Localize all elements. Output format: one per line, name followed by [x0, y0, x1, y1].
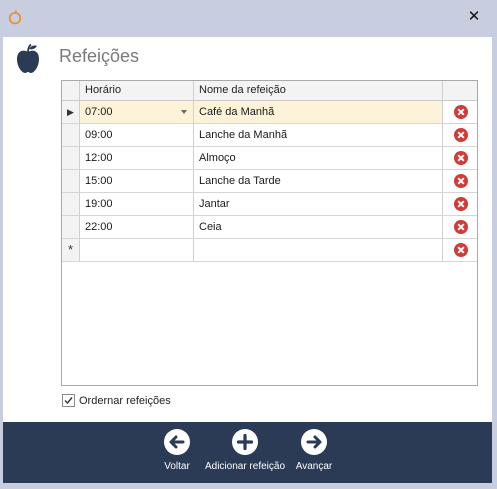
- footer-toolbar: Voltar Adicionar refeição Avançar: [3, 422, 492, 483]
- new-meal-name-cell[interactable]: [194, 239, 443, 261]
- app-logo-icon: [8, 10, 22, 25]
- table-row[interactable]: 09:00 Lanche da Manhã: [62, 124, 477, 147]
- back-button-label: Voltar: [164, 461, 190, 472]
- delete-row-icon[interactable]: [453, 219, 469, 235]
- delete-cell: [443, 147, 477, 169]
- checkbox-box[interactable]: [62, 394, 75, 407]
- new-row[interactable]: *: [62, 239, 477, 262]
- delete-row-icon[interactable]: [453, 104, 469, 120]
- grid-header: Horário Nome da refeição: [62, 81, 477, 101]
- delete-cell: [443, 193, 477, 215]
- time-cell[interactable]: 22:00: [80, 216, 194, 238]
- meal-name-cell[interactable]: Lanche da Tarde: [194, 170, 443, 192]
- next-button[interactable]: Avançar: [294, 428, 334, 472]
- arrow-left-icon: [164, 429, 190, 455]
- checkmark-icon: [64, 397, 73, 405]
- delete-row-icon[interactable]: [453, 127, 469, 143]
- meals-grid[interactable]: Horário Nome da refeição ▶ 07:00 Café da…: [61, 80, 478, 386]
- table-row[interactable]: 12:00 Almoço: [62, 147, 477, 170]
- row-indicator: [62, 216, 80, 238]
- header-indicator-cell: [62, 81, 80, 101]
- page-title: Refeições: [59, 46, 140, 66]
- title-bar[interactable]: ✕: [0, 0, 497, 34]
- table-row[interactable]: ▶ 07:00 Café da Manhã: [62, 101, 477, 124]
- row-indicator: [62, 193, 80, 215]
- add-meal-button-label: Adicionar refeição: [204, 461, 286, 472]
- table-row[interactable]: 19:00 Jantar: [62, 193, 477, 216]
- client-area: Refeições Horário Nome da refeição ▶ 07:…: [3, 37, 492, 483]
- row-indicator: [62, 170, 80, 192]
- new-row-indicator: *: [62, 239, 80, 261]
- row-indicator: [62, 147, 80, 169]
- meals-window: ✕ Refeições Horário Nome da refeição ▶ 0…: [0, 0, 497, 489]
- order-meals-checkbox[interactable]: Ordernar refeições: [62, 394, 171, 407]
- current-row-indicator: ▶: [62, 101, 80, 123]
- time-cell[interactable]: 12:00: [80, 147, 194, 169]
- time-cell[interactable]: 19:00: [80, 193, 194, 215]
- delete-cell: [443, 101, 477, 123]
- apple-icon: [17, 43, 39, 73]
- plus-icon: [232, 429, 258, 455]
- next-button-label: Avançar: [295, 461, 333, 472]
- row-indicator: [62, 124, 80, 146]
- delete-row-icon[interactable]: [453, 150, 469, 166]
- delete-cell: [443, 124, 477, 146]
- meal-name-cell[interactable]: Lanche da Manhã: [194, 124, 443, 146]
- close-button[interactable]: ✕: [465, 8, 483, 26]
- column-header-name[interactable]: Nome da refeição: [194, 81, 443, 101]
- delete-cell: [443, 239, 477, 261]
- delete-cell: [443, 216, 477, 238]
- time-value: 07:00: [85, 106, 113, 118]
- delete-row-icon[interactable]: [453, 196, 469, 212]
- back-button[interactable]: Voltar: [159, 428, 195, 472]
- dropdown-arrow-icon[interactable]: [181, 110, 187, 114]
- column-header-time[interactable]: Horário: [80, 81, 194, 101]
- meal-name-cell[interactable]: Almoço: [194, 147, 443, 169]
- time-cell[interactable]: 15:00: [80, 170, 194, 192]
- meal-name-cell[interactable]: Café da Manhã: [194, 101, 443, 123]
- table-row[interactable]: 22:00 Ceia: [62, 216, 477, 239]
- meal-name-cell[interactable]: Ceia: [194, 216, 443, 238]
- arrow-right-icon: [301, 429, 327, 455]
- new-time-cell[interactable]: [80, 239, 194, 261]
- column-header-delete: [443, 81, 477, 101]
- table-row[interactable]: 15:00 Lanche da Tarde: [62, 170, 477, 193]
- time-cell[interactable]: 07:00: [80, 101, 194, 123]
- delete-row-icon[interactable]: [453, 242, 469, 258]
- time-cell[interactable]: 09:00: [80, 124, 194, 146]
- add-meal-button[interactable]: Adicionar refeição: [202, 428, 288, 472]
- order-meals-label: Ordernar refeições: [79, 394, 171, 407]
- delete-cell: [443, 170, 477, 192]
- delete-row-icon[interactable]: [453, 173, 469, 189]
- meal-name-cell[interactable]: Jantar: [194, 193, 443, 215]
